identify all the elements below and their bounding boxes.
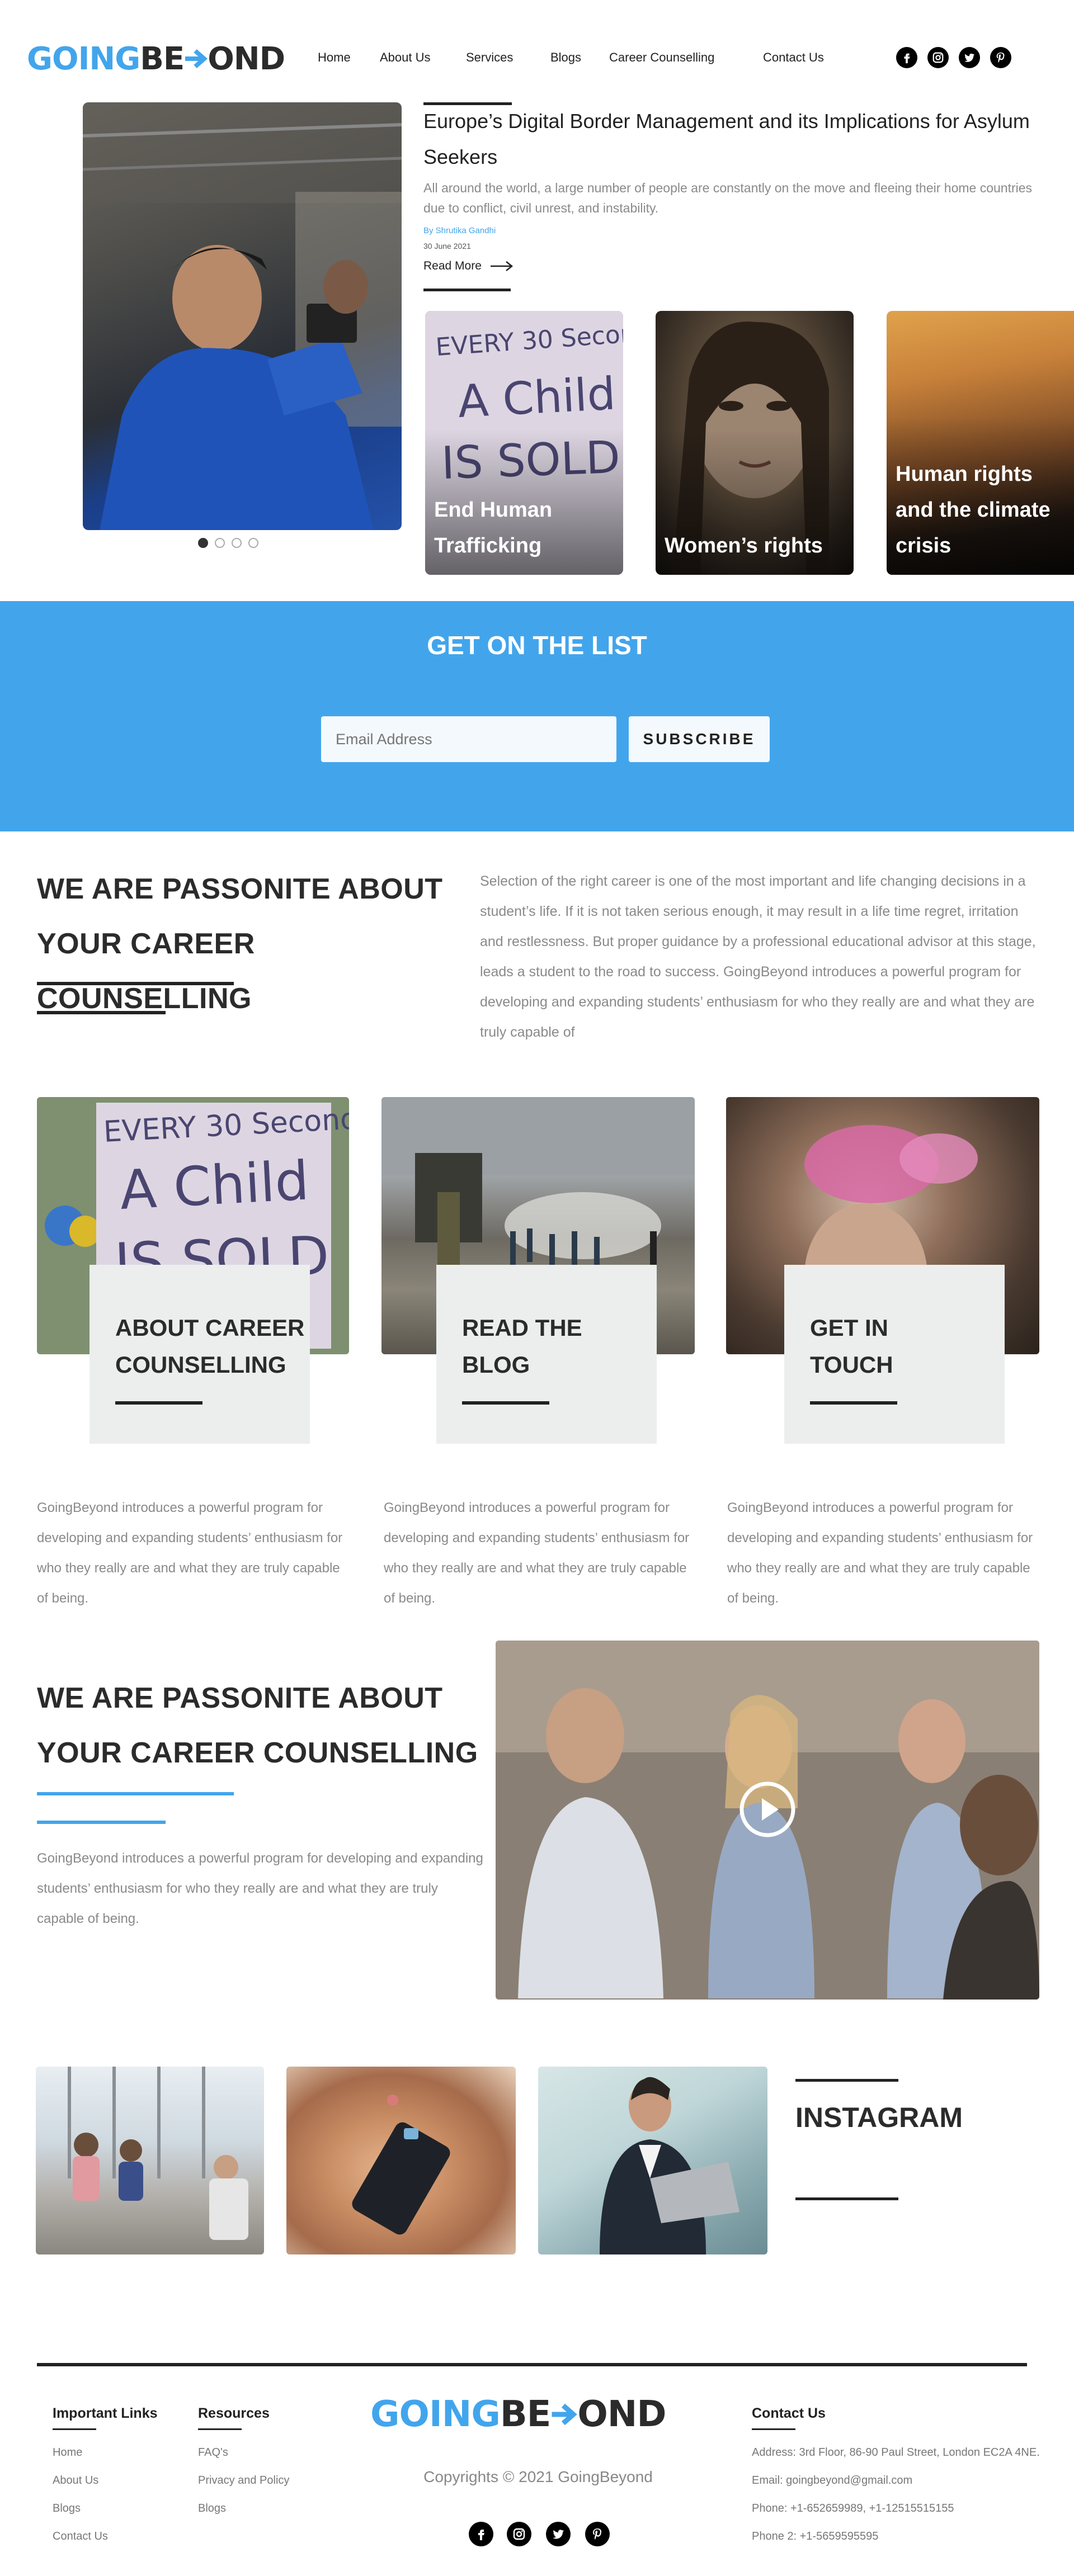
feature-box-about[interactable]: ABOUT CAREER COUNSELLING [90, 1265, 310, 1444]
card-title: Human rights and the climate crisis [896, 462, 1051, 557]
footer-heading-underline [752, 2428, 795, 2430]
copyright: Copyrights © 2021 GoingBeyond [423, 2468, 653, 2485]
about-line-1 [37, 982, 234, 985]
footer-link-about-us[interactable]: About Us [53, 2474, 98, 2487]
footer-logo[interactable]: GOING BE OND [370, 2394, 666, 2435]
instagram-image-3[interactable] [538, 2067, 767, 2254]
logo-going: GOING [370, 2394, 501, 2435]
arrow-icon [552, 2403, 578, 2426]
nav-career-counselling[interactable]: Career Counselling [609, 50, 714, 65]
footer-phone-2[interactable]: Phone 2: +1-5659595595 [752, 2530, 878, 2543]
video-section-text: GoingBeyond introduces a powerful progra… [37, 1851, 483, 1926]
card-human-rights-climate[interactable]: Human rights and the climate crisis [887, 311, 1074, 575]
nav-about-us[interactable]: About Us [380, 50, 431, 65]
feature-underline [115, 1401, 202, 1405]
footer-link-faqs[interactable]: FAQ's [198, 2446, 228, 2459]
card-title: End Human Trafficking [434, 498, 553, 557]
subscribe-button[interactable]: SUBSCRIBE [629, 716, 770, 762]
feature-box-blog[interactable]: READ THE BLOG [436, 1265, 657, 1444]
about-text: Selection of the right career is one of … [480, 873, 1036, 1040]
twitter-icon[interactable] [959, 47, 980, 68]
footer-divider [37, 2363, 1027, 2366]
feature-title: ABOUT CAREER COUNSELLING [115, 1315, 305, 1378]
footer-link-blogs[interactable]: Blogs [198, 2502, 226, 2515]
svg-text:A Child: A Child [456, 367, 616, 428]
hero-title[interactable]: Europe’s Digital Border Management and i… [423, 103, 1067, 175]
newsletter-section: GET ON THE LIST SUBSCRIBE [0, 601, 1074, 831]
card-end-human-trafficking[interactable]: EVERY 30 Seconds A Child IS SOLD End Hum… [425, 311, 623, 575]
feature-title: GET IN TOUCH [810, 1315, 893, 1378]
instagram-image-1[interactable] [36, 2067, 264, 2254]
footer-address: Address: 3rd Floor, 86-90 Paul Street, L… [752, 2446, 1040, 2459]
instagram-line-bottom [795, 2197, 898, 2200]
logo-going: GOING [27, 40, 140, 77]
feature-underline [810, 1401, 897, 1405]
footer-phone[interactable]: Phone: +1-652659989, +1-12515515155 [752, 2502, 954, 2515]
nav-contact-us[interactable]: Contact Us [763, 50, 824, 65]
svg-text:A Child: A Child [118, 1149, 310, 1222]
hero-illustration [83, 102, 402, 530]
logo-beyond: BE OND [140, 40, 285, 77]
facebook-icon[interactable] [896, 47, 917, 68]
nav-home[interactable]: Home [318, 50, 351, 65]
video-section-heading: WE ARE PASSONITE ABOUT YOUR CAREER COUNS… [37, 1682, 478, 1769]
footer-contact-heading: Contact Us [752, 2405, 826, 2421]
read-more-label: Read More [423, 259, 482, 272]
card-title: Women’s rights [665, 534, 823, 557]
logo-beyond: BE OND [500, 2394, 667, 2435]
video-player[interactable] [496, 1641, 1039, 2000]
feature-text-3: GoingBeyond introduces a powerful progra… [727, 1500, 1033, 1606]
read-more-link[interactable]: Read More [423, 259, 514, 273]
instagram-icon[interactable] [927, 47, 949, 68]
footer-heading-underline [53, 2428, 96, 2430]
logo[interactable]: GOING BE OND [27, 39, 285, 78]
slider-dot-1[interactable] [198, 538, 208, 548]
twitter-icon[interactable] [546, 2522, 571, 2546]
arrow-right-icon [490, 261, 513, 271]
about-heading: WE ARE PASSONITE ABOUT YOUR CAREER COUNS… [37, 873, 443, 1015]
footer-link-home[interactable]: Home [53, 2446, 82, 2459]
hero-underline [423, 289, 511, 291]
instagram-heading: INSTAGRAM [795, 2102, 963, 2133]
footer-email[interactable]: Email: goingbeyond@gmail.com [752, 2474, 912, 2487]
nav-blogs[interactable]: Blogs [550, 50, 581, 65]
footer-important-links-heading: Important Links [53, 2405, 158, 2421]
newsletter-heading: GET ON THE LIST [427, 631, 647, 660]
arrow-icon [185, 49, 208, 69]
nav-services[interactable]: Services [466, 50, 513, 65]
video-line-1 [37, 1792, 234, 1795]
card-womens-rights[interactable]: Women’s rights [656, 311, 854, 575]
slider-dot-2[interactable] [215, 538, 225, 548]
slider-dot-3[interactable] [232, 538, 242, 548]
slider-dot-4[interactable] [248, 538, 258, 548]
feature-underline [462, 1401, 549, 1405]
feature-box-contact[interactable]: GET IN TOUCH [784, 1265, 1005, 1444]
about-line-2 [37, 1011, 166, 1014]
footer-heading-underline [198, 2428, 242, 2430]
hero-image [83, 102, 402, 530]
instagram-line-top [795, 2079, 898, 2082]
pinterest-icon[interactable] [990, 47, 1011, 68]
feature-title: READ THE BLOG [462, 1315, 582, 1378]
footer-link-contact-us[interactable]: Contact Us [53, 2530, 108, 2543]
hero-author[interactable]: By Shrutika Gandhi [423, 226, 496, 235]
facebook-icon[interactable] [469, 2522, 493, 2546]
footer-link-blogs[interactable]: Blogs [53, 2502, 81, 2515]
feature-text-1: GoingBeyond introduces a powerful progra… [37, 1500, 343, 1606]
footer-link-privacy[interactable]: Privacy and Policy [198, 2474, 289, 2487]
email-input[interactable] [321, 716, 616, 762]
pinterest-icon[interactable] [585, 2522, 610, 2546]
instagram-image-2[interactable] [286, 2067, 516, 2254]
hero-date: 30 June 2021 [423, 242, 471, 250]
video-line-2 [37, 1821, 166, 1824]
play-icon[interactable] [738, 1780, 797, 1838]
footer-resources-heading: Resources [198, 2405, 270, 2421]
feature-text-2: GoingBeyond introduces a powerful progra… [384, 1500, 690, 1606]
instagram-icon[interactable] [507, 2522, 531, 2546]
hero-excerpt: All around the world, a large number of … [423, 181, 1033, 215]
